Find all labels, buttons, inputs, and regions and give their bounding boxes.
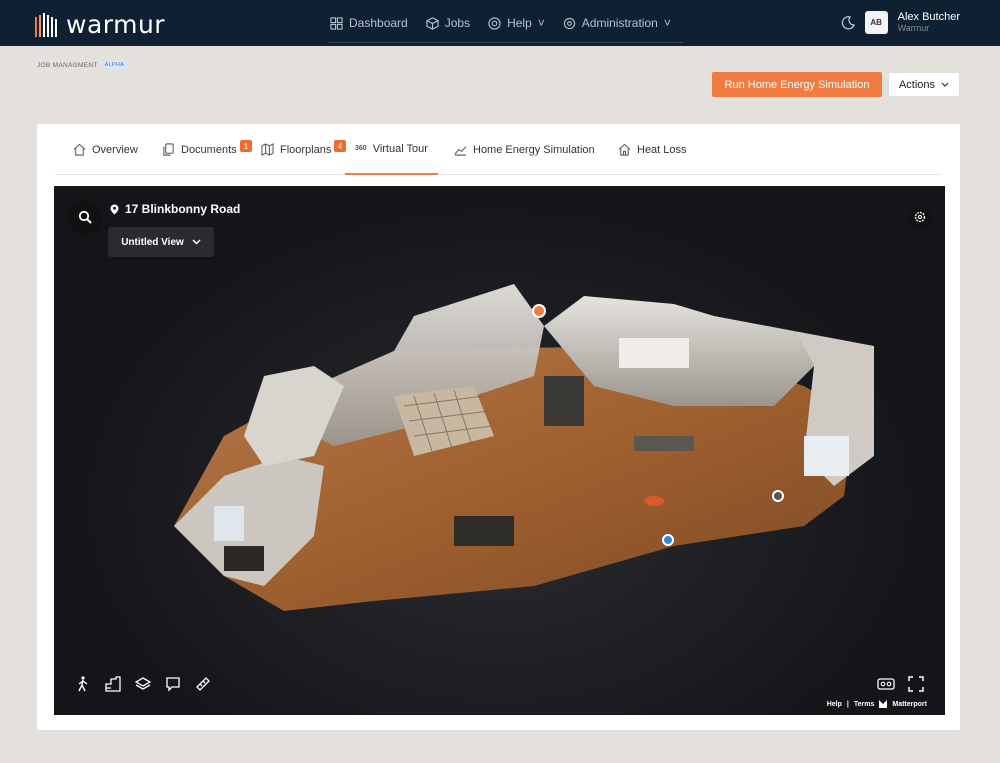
walk-mode-button[interactable] [74,675,92,693]
tab-label: Home Energy Simulation [473,143,595,156]
mattertags-button[interactable] [164,675,182,693]
job-card: Overview Documents 1 Floorplans 4 360 Vi… [37,124,960,730]
house-heat-icon [618,143,631,156]
bed [619,338,689,368]
brand-name: warmur [66,10,166,39]
virtual-tour-viewer[interactable]: 17 Blinkbonny Road Untitled View Help | … [54,186,945,715]
view-selector[interactable]: Untitled View [108,227,214,257]
hotspot-blue[interactable] [662,534,674,546]
viewer-right-toolbar [877,675,925,693]
help-link[interactable]: Help [827,701,842,708]
nav-administration[interactable]: Administration ˅ [563,16,671,30]
rug [644,496,664,506]
footer-separator: | [846,700,849,708]
tab-label: Documents [181,143,237,156]
home-icon [73,143,86,156]
gear-icon [563,17,575,29]
dashboard-icon [330,16,343,30]
run-simulation-button[interactable]: Run Home Energy Simulation [712,72,882,97]
job-tabs: Overview Documents 1 Floorplans 4 360 Vi… [55,124,941,175]
floors-button[interactable] [134,675,152,693]
floorplan-icon [105,676,121,692]
measure-button[interactable] [194,675,212,693]
search-icon [78,210,92,224]
nav-label: Administration [581,16,658,30]
avatar[interactable]: AB [864,11,888,34]
map-icon [261,143,274,156]
main-nav: Dashboard Jobs Help ˅ Administration ˅ [330,0,671,46]
alpha-badge: ALPHA [101,61,128,69]
box-icon [426,16,439,30]
user-info[interactable]: Alex Butcher Warmur [898,11,960,34]
moon-icon[interactable] [841,15,855,30]
model-window [214,506,244,541]
tab-overview[interactable]: Overview [63,124,148,175]
vr-button[interactable] [877,675,895,693]
tour-address: 17 Blinkbonny Road [110,202,240,216]
model-furniture [634,436,694,451]
chevron-down-icon: ˅ [537,16,545,30]
chevron-down-icon [941,82,949,87]
user-org: Warmur [897,23,930,33]
hotspot-grey[interactable] [772,490,784,502]
model-furniture [544,376,584,426]
user-name: Alex Butcher [897,11,960,23]
model-window [804,436,849,476]
dollhouse-model[interactable] [114,256,904,636]
nav-label: Help [507,16,532,30]
360-icon: 360 [355,145,367,152]
breadcrumb: JOB MANAGMENT ALPHA [37,61,128,69]
search-button[interactable] [68,200,102,234]
model-furniture [454,516,514,546]
nav-dashboard[interactable]: Dashboard [330,16,408,30]
location-pin-icon [110,204,119,214]
chart-icon [454,146,467,156]
tab-label: Floorplans [280,143,332,156]
address-text: 17 Blinkbonny Road [125,202,241,216]
tab-label: Overview [92,143,138,156]
tab-label: Heat Loss [637,143,687,156]
actions-button[interactable]: Actions [888,72,960,97]
tab-floorplans[interactable]: Floorplans [251,124,341,175]
actions-label: Actions [898,78,936,91]
comment-icon [166,677,180,692]
tab-virtual-tour[interactable]: 360 Virtual Tour [345,124,438,175]
viewer-settings-button[interactable] [909,206,931,228]
nav-help[interactable]: Help ˅ [488,16,545,30]
fullscreen-icon [908,676,924,692]
warmur-logo[interactable]: warmur [34,10,165,39]
chevron-down-icon: ˅ [663,16,671,30]
logo-bars-icon [35,12,57,37]
view-name: Untitled View [121,236,184,248]
nav-jobs[interactable]: Jobs [426,16,470,30]
model-furniture [224,546,264,571]
layers-icon [135,677,151,690]
nav-label: Dashboard [349,16,408,30]
terms-link[interactable]: Terms [854,701,875,708]
tab-label: Virtual Tour [372,142,428,155]
gear-icon [914,211,926,223]
tab-home-energy-simulation[interactable]: Home Energy Simulation [444,124,605,175]
tab-heat-loss[interactable]: Heat Loss [608,124,697,175]
fullscreen-button[interactable] [907,675,925,693]
user-area: AB Alex Butcher Warmur [841,11,960,34]
hotspot-orange[interactable] [532,304,546,318]
nav-label: Jobs [444,16,471,30]
tab-documents[interactable]: Documents [152,124,247,175]
floorplan-mode-button[interactable] [104,675,122,693]
breadcrumb-label: JOB MANAGMENT [37,61,98,69]
matterport-logo-icon [879,700,888,708]
vr-headset-icon [877,678,895,690]
documents-icon [163,143,174,156]
viewer-footer: Help | Terms Matterport [827,700,927,708]
chevron-down-icon [192,239,201,245]
ruler-icon [196,677,210,691]
top-navbar: warmur Dashboard Jobs Help ˅ Administrat… [0,0,1000,46]
viewer-toolbar [74,675,212,693]
matterport-link[interactable]: Matterport [892,701,927,708]
nav-divider [328,42,683,43]
lifebuoy-icon [488,16,501,30]
person-walk-icon [78,676,88,692]
